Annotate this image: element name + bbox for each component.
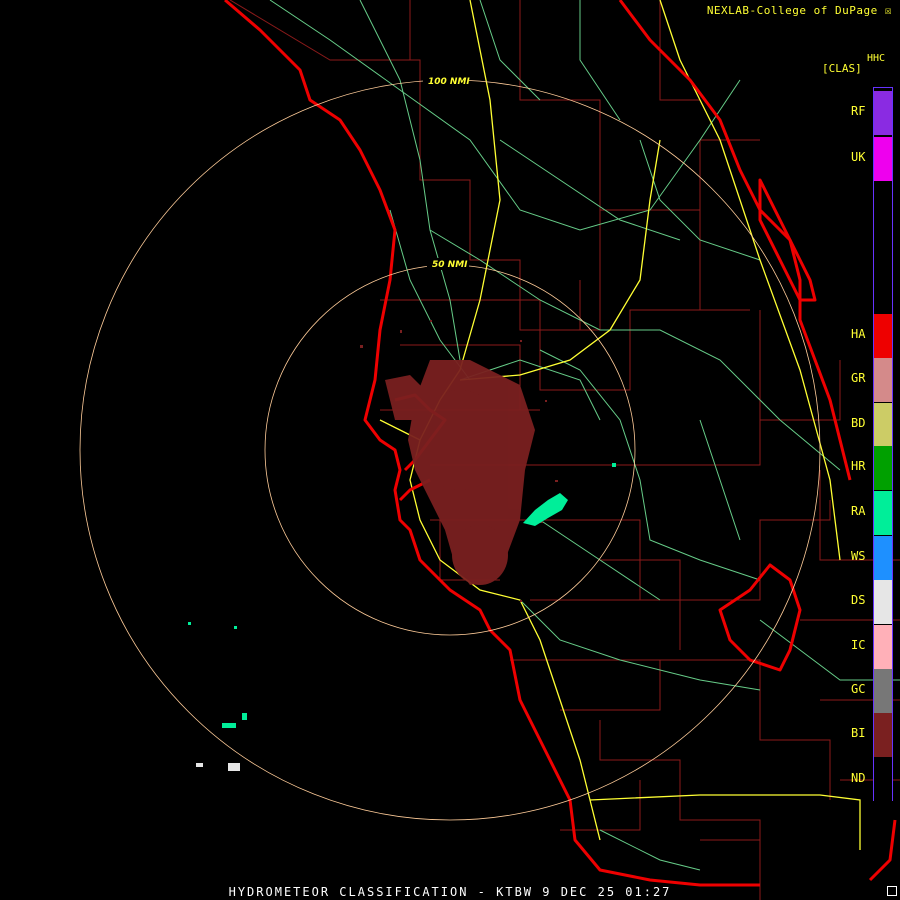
radar-map: 100 NMI 50 NMI	[79, 0, 900, 900]
legend-label-ra: RA	[851, 504, 866, 518]
legend-swatch-bd	[874, 403, 892, 447]
legend-label-ds: DS	[851, 593, 866, 607]
legend-swatch-ds	[874, 580, 892, 624]
county-boundaries	[229, 0, 900, 900]
legend-swatch-rf	[874, 91, 892, 135]
legend-label-ws: WS	[851, 549, 866, 563]
legend-label-rf: RF	[851, 104, 866, 118]
legend-swatch-ic	[874, 625, 892, 669]
rain-echoes	[188, 463, 616, 728]
biological-echoes	[385, 360, 535, 585]
inner-ring-label: 50 NMI	[432, 260, 468, 270]
legend-swatch-ws	[874, 536, 892, 580]
legend-product-code: HHC	[867, 53, 886, 64]
legend-label-gr: GR	[851, 371, 866, 385]
legend-swatch-hr	[874, 446, 892, 490]
legend-swatch-gr	[874, 358, 892, 402]
coastline	[224, 0, 897, 887]
ds-echoes	[196, 763, 240, 771]
legend-swatch-bi	[874, 713, 892, 757]
legend-swatch-nd	[874, 758, 892, 802]
legend-label-gc: GC	[851, 682, 866, 696]
legend-label-uk: UK	[851, 150, 866, 164]
corner-icon	[887, 886, 897, 896]
outer-ring-label: 100 NMI	[428, 77, 470, 87]
legend-unit: [CLAS]	[822, 62, 862, 75]
legend-label-nd: ND	[851, 771, 866, 785]
legend-label-hr: HR	[851, 459, 866, 473]
legend-label-bd: BD	[851, 416, 866, 430]
legend-swatch-ha	[874, 314, 892, 358]
legend-swatch-gc	[874, 669, 892, 713]
legend-colorbar	[873, 87, 893, 802]
legend-label-ic: IC	[851, 638, 866, 652]
legend-swatch-uk	[874, 137, 892, 181]
credit-label: NEXLAB-College of DuPage ☒	[706, 4, 892, 17]
legend-label-ha: HA	[851, 327, 866, 341]
legend-swatch-ra	[874, 491, 892, 535]
legend-label-bi: BI	[851, 726, 866, 740]
product-footer: HYDROMETEOR CLASSIFICATION - KTBW 9 DEC …	[228, 885, 672, 899]
